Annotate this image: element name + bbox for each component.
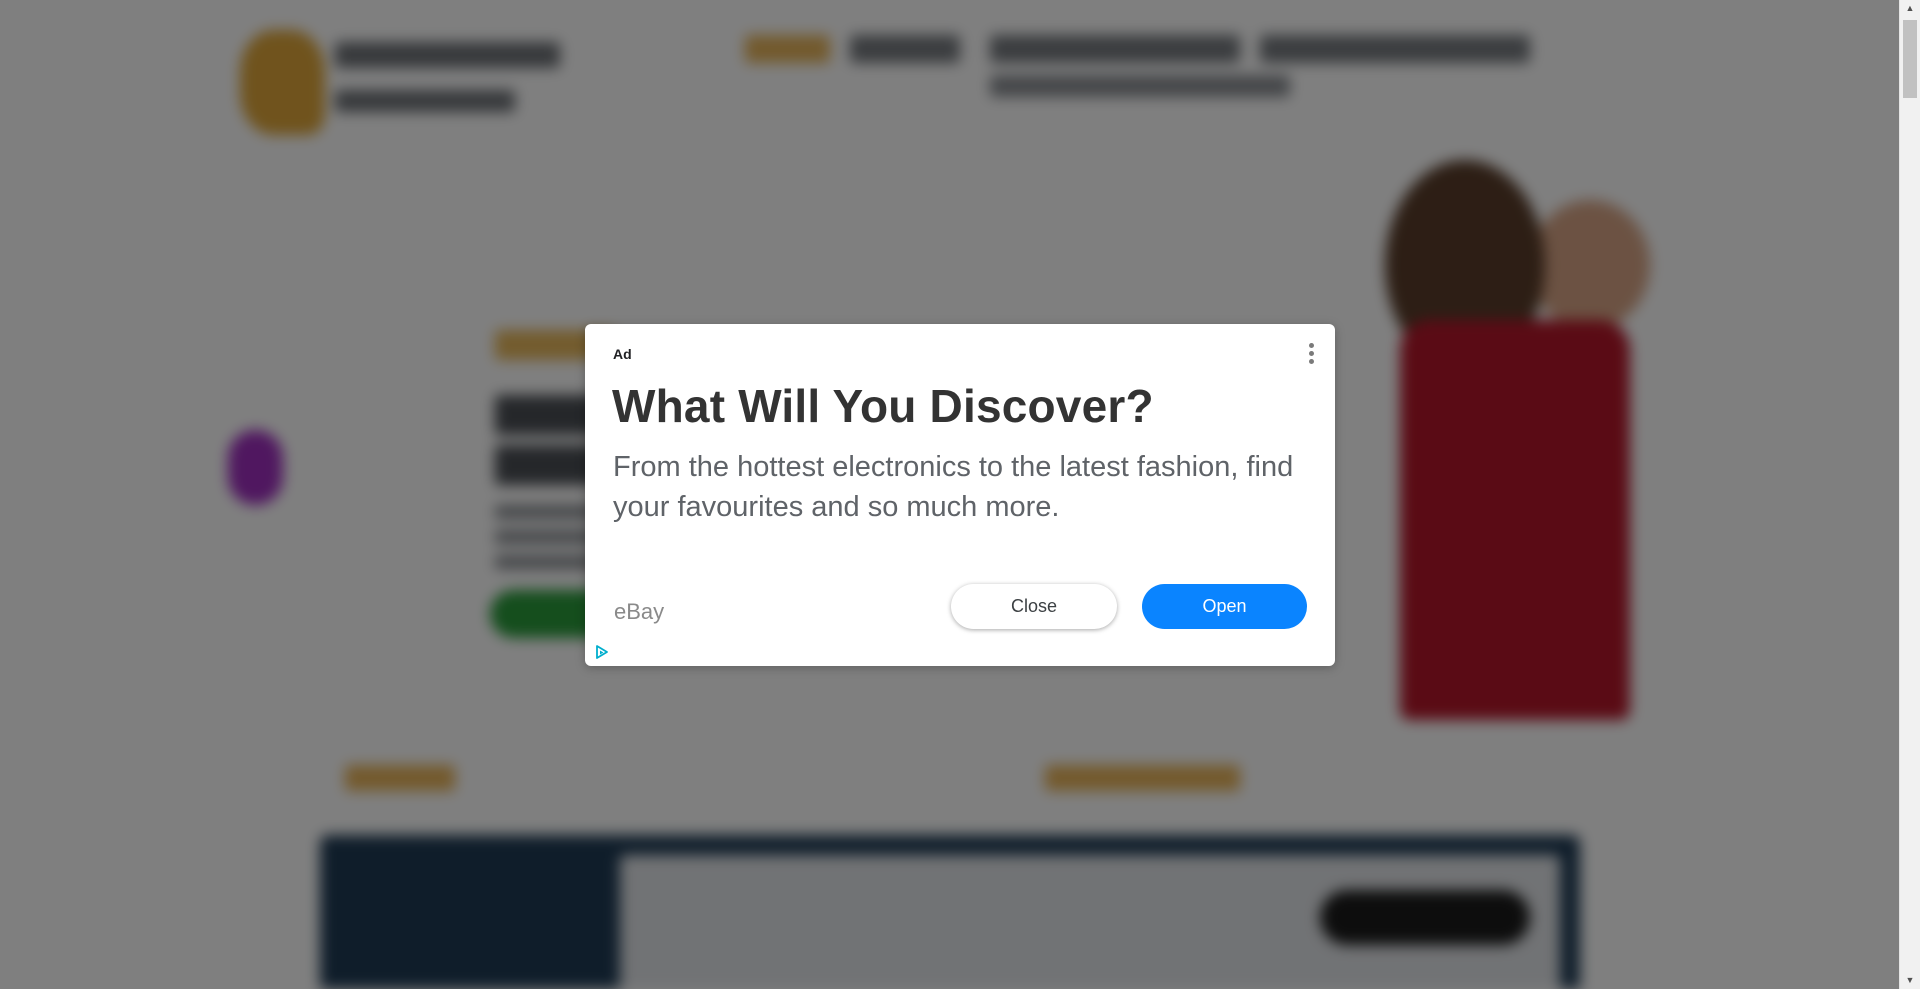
ad-dialog: Ad What Will You Discover? From the hott… xyxy=(585,324,1335,666)
ad-label: Ad xyxy=(613,346,632,362)
open-button[interactable]: Open xyxy=(1142,584,1307,629)
scrollbar-thumb[interactable] xyxy=(1903,20,1917,98)
vertical-scrollbar[interactable]: ▲ ▼ xyxy=(1899,0,1920,989)
more-vert-icon[interactable] xyxy=(1303,343,1319,369)
ad-advertiser[interactable]: eBay xyxy=(614,599,664,625)
ad-body[interactable]: From the hottest electronics to the late… xyxy=(613,447,1313,527)
arrow-down-icon[interactable]: ▼ xyxy=(1900,972,1920,989)
arrow-up-icon[interactable]: ▲ xyxy=(1900,0,1920,17)
close-button[interactable]: Close xyxy=(951,584,1117,629)
adchoices-icon[interactable] xyxy=(594,644,610,660)
ad-title[interactable]: What Will You Discover? xyxy=(612,379,1154,433)
